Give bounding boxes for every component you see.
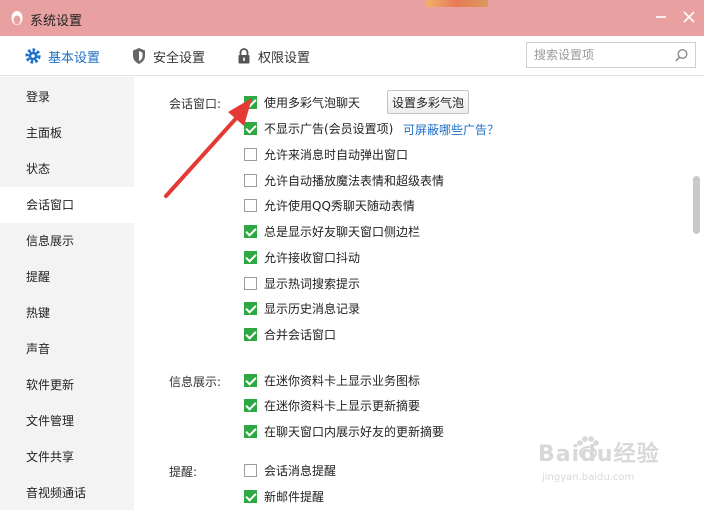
checkbox[interactable]	[244, 424, 257, 438]
close-button[interactable]	[680, 8, 698, 26]
sidebar-item-av-call[interactable]: 音视频通话	[0, 475, 134, 510]
lock-icon	[238, 48, 250, 64]
option-label: 使用多彩气泡聊天	[264, 95, 361, 110]
section-label-reminder: 提醒:	[169, 465, 198, 479]
sidebar-item-file-management[interactable]: 文件管理	[0, 403, 134, 439]
option-label: 新邮件提醒	[264, 489, 325, 504]
checkbox[interactable]	[244, 121, 257, 135]
sidebar-item-label: 提醒	[26, 270, 51, 284]
sidebar-item-label: 音视频通话	[26, 486, 87, 500]
option-label: 不显示广告(会员设置项)	[264, 121, 394, 136]
sidebar: 登录 主面板 状态 会话窗口 信息展示 提醒 热键 声音 软件更新 文件管理 文…	[0, 77, 134, 510]
scrollbar-thumb[interactable]	[693, 176, 700, 234]
checkbox[interactable]	[244, 463, 257, 477]
sidebar-item-file-sharing[interactable]: 文件共享	[0, 439, 134, 475]
gear-icon	[25, 48, 41, 64]
checkbox[interactable]	[244, 224, 257, 238]
sidebar-item-info-display[interactable]: 信息展示	[0, 223, 134, 259]
option-auto-play-emoji[interactable]: 允许自动播放魔法表情和超级表情	[244, 172, 444, 188]
sidebar-item-label: 软件更新	[26, 378, 75, 392]
tab-permission-settings[interactable]: 权限设置	[236, 46, 310, 66]
sidebar-item-label: 会话窗口	[26, 198, 75, 212]
option-label: 在迷你资料卡上显示更新摘要	[264, 398, 421, 413]
tab-bar: 基本设置 安全设置 权限设置	[0, 36, 704, 76]
option-label: 合并会话窗口	[264, 327, 337, 342]
checkbox[interactable]	[244, 301, 257, 315]
option-label: 显示热词搜索提示	[264, 276, 361, 291]
checkbox[interactable]	[244, 373, 257, 387]
checkbox[interactable]	[244, 147, 257, 161]
option-colorful-bubble[interactable]: 使用多彩气泡聊天	[244, 94, 360, 110]
option-window-shake[interactable]: 允许接收窗口抖动	[244, 249, 360, 265]
tab-basic-settings[interactable]: 基本设置	[24, 46, 100, 66]
checkbox[interactable]	[244, 398, 257, 412]
option-label: 允许自动播放魔法表情和超级表情	[264, 173, 445, 188]
option-message-reminder[interactable]: 会话消息提醒	[244, 462, 336, 478]
sidebar-item-status[interactable]: 状态	[0, 151, 134, 187]
checkbox[interactable]	[244, 489, 257, 503]
option-label: 允许来消息时自动弹出窗口	[264, 147, 409, 162]
sidebar-item-label: 登录	[26, 90, 51, 104]
option-qq-show-emoji[interactable]: 允许使用QQ秀聊天随动表情	[244, 197, 415, 213]
sidebar-item-label: 热键	[26, 306, 51, 320]
option-business-icons[interactable]: 在迷你资料卡上显示业务图标	[244, 372, 420, 388]
sidebar-item-login[interactable]: 登录	[0, 79, 134, 115]
minimize-button[interactable]	[652, 8, 670, 26]
option-auto-popup[interactable]: 允许来消息时自动弹出窗口	[244, 146, 408, 162]
option-history[interactable]: 显示历史消息记录	[244, 300, 360, 316]
checkbox[interactable]	[244, 198, 257, 212]
checkbox[interactable]	[244, 95, 257, 109]
option-friend-updates[interactable]: 在聊天窗口内展示好友的更新摘要	[244, 423, 444, 439]
sidebar-item-reminder[interactable]: 提醒	[0, 259, 134, 295]
search-input[interactable]	[527, 43, 667, 67]
title-bar: 系统设置	[0, 0, 704, 36]
window-title: 系统设置	[30, 14, 83, 29]
section-label-info-display: 信息展示:	[169, 375, 222, 389]
option-label: 允许使用QQ秀聊天随动表情	[264, 198, 415, 213]
sidebar-item-main-panel[interactable]: 主面板	[0, 115, 134, 151]
shield-icon	[133, 48, 145, 64]
sidebar-item-label: 主面板	[26, 126, 63, 140]
checkbox[interactable]	[244, 276, 257, 290]
option-label: 允许接收窗口抖动	[264, 250, 361, 265]
sidebar-item-label: 信息展示	[26, 234, 75, 248]
tab-label: 安全设置	[153, 50, 206, 66]
sidebar-item-label: 状态	[26, 162, 51, 176]
checkbox[interactable]	[244, 327, 257, 341]
option-label: 在聊天窗口内展示好友的更新摘要	[264, 424, 445, 439]
section-label-chat-window: 会话窗口:	[169, 97, 222, 111]
option-hot-words[interactable]: 显示热词搜索提示	[244, 275, 360, 291]
ads-info-link[interactable]: 可屏蔽哪些广告？	[403, 121, 499, 138]
option-show-sidebar[interactable]: 总是显示好友聊天窗口侧边栏	[244, 223, 420, 239]
option-mail-reminder[interactable]: 新邮件提醒	[244, 488, 324, 504]
checkbox[interactable]	[244, 173, 257, 187]
set-bubble-button[interactable]: 设置多彩气泡	[387, 90, 469, 114]
sidebar-item-label: 文件管理	[26, 414, 75, 428]
option-label: 在迷你资料卡上显示业务图标	[264, 373, 421, 388]
search-icon[interactable]	[674, 48, 689, 63]
sidebar-item-label: 声音	[26, 342, 51, 356]
tab-security-settings[interactable]: 安全设置	[131, 46, 205, 66]
title-bar-decoration	[426, 0, 488, 7]
tab-label: 权限设置	[258, 50, 311, 66]
option-merge-windows[interactable]: 合并会话窗口	[244, 326, 336, 342]
settings-content: 会话窗口: 使用多彩气泡聊天 设置多彩气泡 不显示广告(会员设置项) 可屏蔽哪些…	[134, 77, 694, 510]
option-label: 会话消息提醒	[264, 463, 337, 478]
option-hide-ads[interactable]: 不显示广告(会员设置项)	[244, 120, 393, 136]
option-update-summary[interactable]: 在迷你资料卡上显示更新摘要	[244, 397, 420, 413]
sidebar-item-label: 文件共享	[26, 450, 75, 464]
sidebar-item-chat-window[interactable]: 会话窗口	[0, 187, 134, 223]
sidebar-item-sound[interactable]: 声音	[0, 331, 134, 367]
sidebar-item-hotkey[interactable]: 热键	[0, 295, 134, 331]
search-box	[526, 42, 696, 68]
checkbox[interactable]	[244, 250, 257, 264]
tab-label: 基本设置	[48, 50, 101, 66]
qq-penguin-icon	[11, 11, 23, 25]
option-label: 显示历史消息记录	[264, 301, 361, 316]
sidebar-item-software-update[interactable]: 软件更新	[0, 367, 134, 403]
option-label: 总是显示好友聊天窗口侧边栏	[264, 224, 421, 239]
